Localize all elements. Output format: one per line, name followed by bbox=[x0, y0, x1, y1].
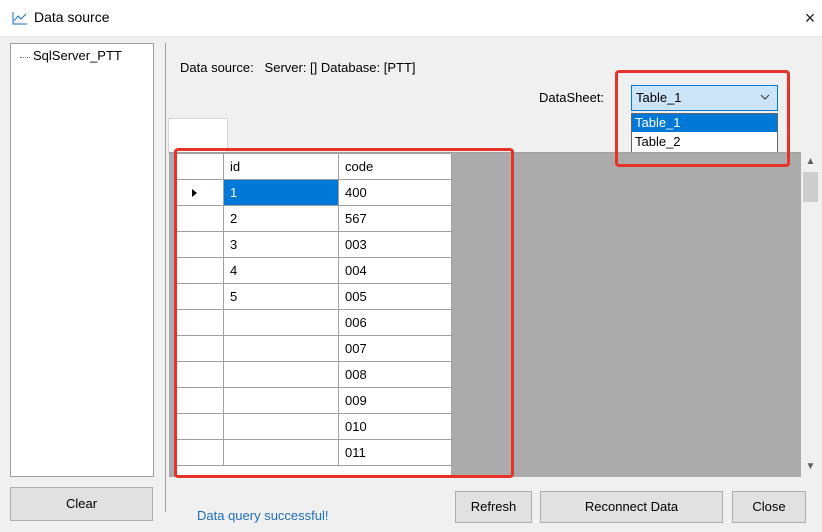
tree-node-sqlserver[interactable]: SqlServer_PTT bbox=[33, 48, 122, 63]
title-bar bbox=[0, 0, 822, 36]
clear-button[interactable]: Clear bbox=[10, 487, 153, 521]
close-icon[interactable]: × bbox=[800, 7, 820, 29]
refresh-button[interactable]: Refresh bbox=[455, 491, 532, 523]
tree-connector bbox=[20, 57, 30, 58]
line-chart-icon bbox=[12, 12, 27, 25]
data-source-info: Data source: Server: [] Database: [PTT] bbox=[180, 60, 416, 75]
scrollbar-thumb[interactable] bbox=[803, 172, 818, 202]
reconnect-data-button[interactable]: Reconnect Data bbox=[540, 491, 723, 523]
grid-highlight-box bbox=[174, 148, 514, 478]
datasheet-label: DataSheet: bbox=[539, 90, 605, 105]
window-title: Data source bbox=[34, 9, 110, 25]
scroll-down-icon[interactable]: ▼ bbox=[801, 458, 820, 475]
scroll-up-icon[interactable]: ▲ bbox=[801, 153, 820, 170]
datasource-tree[interactable] bbox=[10, 43, 154, 477]
status-message: Data query successful! bbox=[197, 508, 329, 523]
close-button[interactable]: Close bbox=[732, 491, 806, 523]
datasheet-highlight-box bbox=[615, 70, 790, 167]
